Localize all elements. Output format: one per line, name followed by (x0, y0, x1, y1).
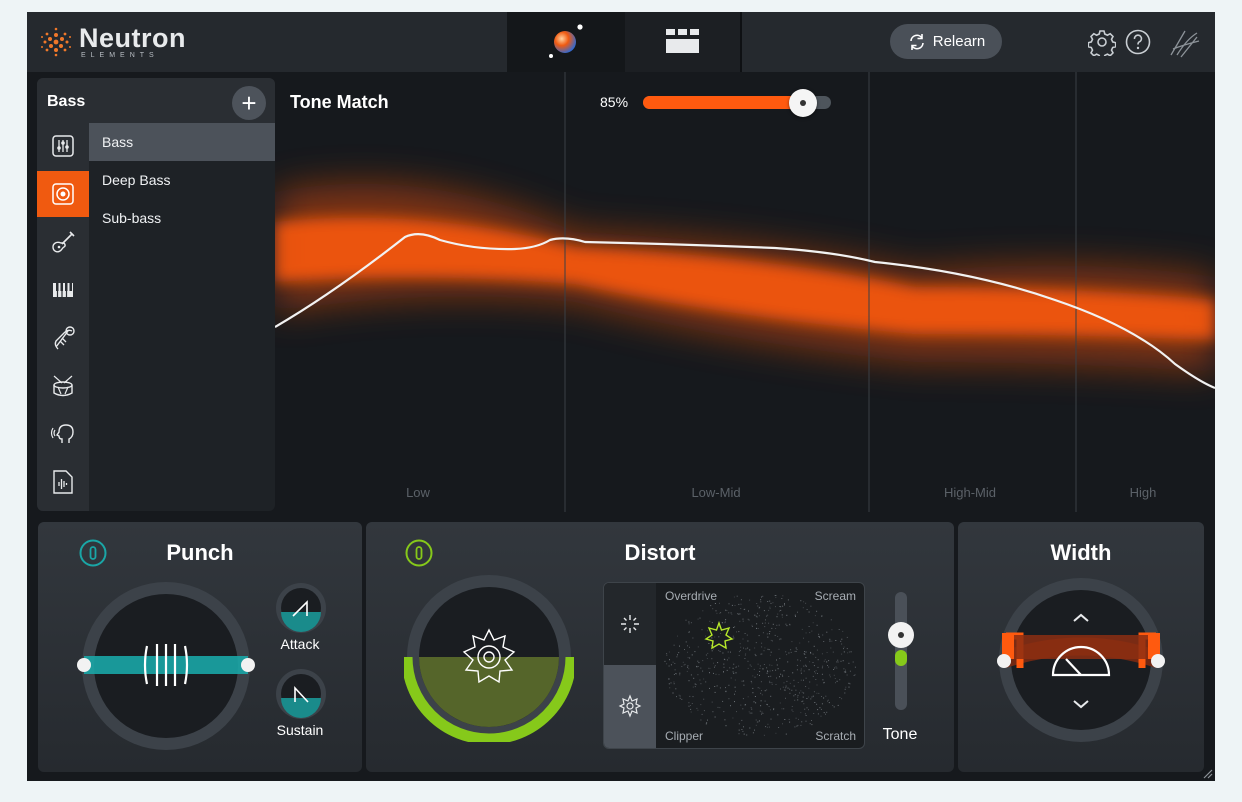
corner-label-scratch: Scratch (815, 729, 856, 743)
add-target-button[interactable]: + (232, 86, 266, 120)
neutron-elements-window: Neutron ELEMENTS Relearn Bass + Bass Dee… (27, 12, 1215, 781)
horn-icon (54, 326, 75, 350)
top-bar: Neutron ELEMENTS Relearn (27, 12, 1215, 72)
speaker-icon (52, 183, 74, 205)
slider-fill (643, 96, 803, 109)
corner-label-scream: Scream (814, 589, 856, 603)
instrument-sidebar: Bass + Bass Deep Bass Sub-bass (37, 78, 275, 511)
corner-label-clipper: Clipper (665, 729, 704, 743)
corner-label-overdrive: Overdrive (665, 589, 718, 603)
category-audio-file[interactable] (37, 459, 89, 505)
tone-slider[interactable] (886, 590, 916, 715)
visual-mixer-orb-icon (549, 24, 583, 58)
category-speaker[interactable] (37, 171, 89, 217)
sidebar-header: Bass + (37, 78, 275, 123)
voice-icon (50, 424, 74, 443)
mode-sparkle[interactable] (604, 583, 656, 665)
punch-knob[interactable] (74, 574, 258, 758)
punch-power-icon[interactable] (78, 538, 108, 568)
punch-module: Punch Attack Sustain (38, 522, 362, 772)
sustain-label: Sustain (276, 722, 324, 738)
sustain-knob[interactable] (275, 668, 327, 720)
sidebar-title: Bass (47, 93, 86, 110)
distortion-position-marker[interactable] (704, 621, 734, 651)
distortion-type-pad[interactable]: Overdrive Scream Clipper Scratch (603, 582, 865, 749)
attack-knob[interactable] (275, 582, 327, 634)
target-tone-band (275, 183, 1215, 372)
distort-title: Distort (624, 540, 696, 565)
tone-match-amount-value: 85% (600, 94, 629, 110)
band-label-low-mid: Low-Mid (691, 485, 741, 500)
category-eq[interactable] (37, 123, 89, 169)
distort-amount-knob[interactable] (404, 572, 574, 742)
slider-knob[interactable] (788, 89, 817, 117)
distortion-mode-strip (604, 583, 656, 748)
tone-match-title: Tone Match (290, 92, 389, 112)
punch-title: Punch (166, 540, 234, 565)
mixer-grid-icon (666, 29, 699, 53)
width-title: Width (1050, 540, 1112, 565)
resize-grip-icon[interactable] (1201, 767, 1213, 779)
distort-module: Distort Overdrive Scream Clipper Scratch… (366, 522, 954, 772)
tab-visual-mixer[interactable] (507, 12, 625, 72)
category-guitar[interactable] (37, 219, 89, 265)
tone-match-amount-slider[interactable] (643, 89, 831, 117)
signature-icon[interactable] (1167, 25, 1203, 61)
audio-file-icon (53, 470, 73, 494)
list-item[interactable]: Bass (89, 123, 275, 161)
mode-burst[interactable] (604, 665, 656, 748)
band-label-high: High (1129, 485, 1157, 500)
distort-power-icon[interactable] (404, 538, 434, 568)
refresh-icon (909, 33, 924, 50)
spectrum-curve (275, 72, 1215, 512)
band-label-low: Low (406, 485, 430, 500)
width-knob[interactable] (996, 575, 1166, 745)
sparkle-icon (621, 615, 639, 633)
category-brass[interactable] (37, 315, 89, 361)
eq-sliders-icon (52, 135, 74, 157)
brand-logo: Neutron ELEMENTS (39, 22, 186, 62)
category-drums[interactable] (37, 363, 89, 409)
relearn-label: Relearn (932, 33, 986, 50)
category-keys[interactable] (37, 267, 89, 313)
list-item[interactable]: Sub-bass (89, 199, 275, 237)
drum-icon (53, 375, 73, 397)
brand-name: Neutron (79, 23, 186, 53)
target-list: Bass Deep Bass Sub-bass (89, 123, 275, 237)
brand-subtitle: ELEMENTS (81, 52, 159, 59)
distortion-texture (664, 595, 856, 736)
band-label-high-mid: High-Mid (943, 485, 997, 500)
width-module: Width (958, 522, 1204, 772)
category-vocals[interactable] (37, 411, 89, 457)
list-item[interactable]: Deep Bass (89, 161, 275, 199)
piano-keys-icon (53, 283, 73, 297)
tab-mixer-grid[interactable] (625, 12, 742, 72)
help-icon[interactable] (1124, 28, 1152, 56)
attack-label: Attack (280, 636, 320, 652)
neutron-dots-icon (41, 27, 71, 57)
burst-icon (618, 694, 642, 718)
relearn-button[interactable]: Relearn (890, 24, 1002, 59)
category-strip (37, 123, 89, 511)
gear-icon[interactable] (1088, 28, 1116, 56)
tone-label: Tone (882, 726, 918, 743)
tone-match-display[interactable]: Tone Match 85% Low Low-Mid High-Mid High (275, 72, 1215, 512)
guitar-icon (52, 231, 75, 253)
